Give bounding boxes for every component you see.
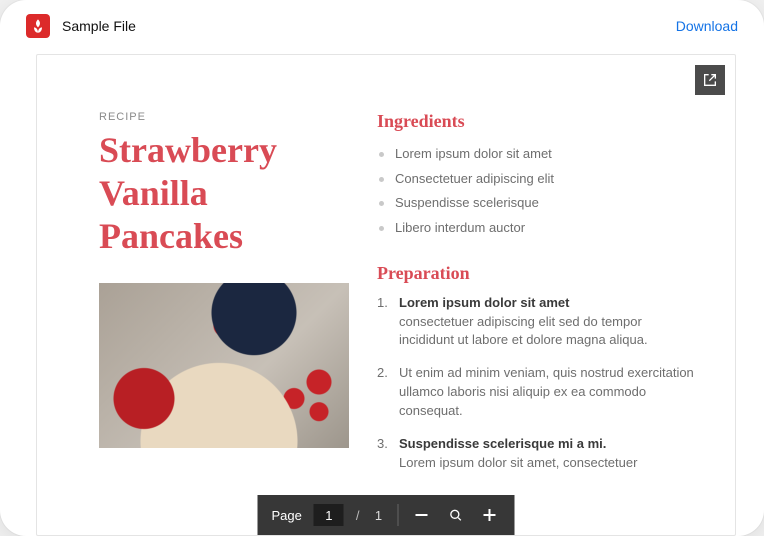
preparation-step: Ut enim ad minim veniam, quis nostrud ex… [377,364,699,421]
ingredient-item: Libero interdum auctor [377,216,699,241]
preparation-heading: Preparation [377,263,699,284]
ingredient-item: Suspendisse scelerisque [377,191,699,216]
document-viewer: RECIPE Strawberry Vanilla Pancakes Ingre… [36,54,736,536]
toolbar-divider [398,504,399,526]
total-pages: 1 [372,508,386,523]
pdf-app-icon [26,14,50,38]
recipe-title: Strawberry Vanilla Pancakes [99,129,349,259]
current-page-input[interactable] [314,504,344,526]
pdf-viewer-frame: Sample File Download RECIPE Strawberry V… [0,0,764,536]
ingredient-item: Lorem ipsum dolor sit amet [377,142,699,167]
recipe-photo [99,283,349,448]
doc-left-column: RECIPE Strawberry Vanilla Pancakes [99,111,349,535]
category-label: RECIPE [99,111,349,123]
preparation-list: Lorem ipsum dolor sit amet consectetuer … [377,294,699,473]
file-title: Sample File [62,18,136,34]
step-body: Lorem ipsum dolor sit amet, consectetuer [399,454,699,473]
top-bar-left: Sample File [26,14,136,38]
page-separator: / [356,508,360,523]
step-body: Ut enim ad minim veniam, quis nostrud ex… [399,365,694,418]
preparation-step: Suspendisse scelerisque mi a mi. Lorem i… [377,435,699,473]
ingredients-list: Lorem ipsum dolor sit amet Consectetuer … [377,142,699,241]
download-link[interactable]: Download [676,18,738,34]
open-external-button[interactable] [695,65,725,95]
preparation-step: Lorem ipsum dolor sit amet consectetuer … [377,294,699,351]
step-head: Suspendisse scelerisque mi a mi. [399,436,606,451]
step-head: Lorem ipsum dolor sit amet [399,295,569,310]
zoom-out-button[interactable] [411,504,433,526]
page-label: Page [272,508,302,523]
document-page: RECIPE Strawberry Vanilla Pancakes Ingre… [37,55,735,535]
zoom-in-button[interactable] [479,504,501,526]
fit-page-button[interactable] [445,504,467,526]
top-bar: Sample File Download [0,0,764,48]
viewer-toolbar: Page / 1 [258,495,515,535]
strawberries-pancakes-photo [99,283,349,448]
ingredients-heading: Ingredients [377,111,699,132]
ingredient-item: Consectetuer adipiscing elit [377,167,699,192]
step-body: consectetuer adipiscing elit sed do temp… [399,313,699,351]
doc-right-column: Ingredients Lorem ipsum dolor sit amet C… [377,111,699,535]
